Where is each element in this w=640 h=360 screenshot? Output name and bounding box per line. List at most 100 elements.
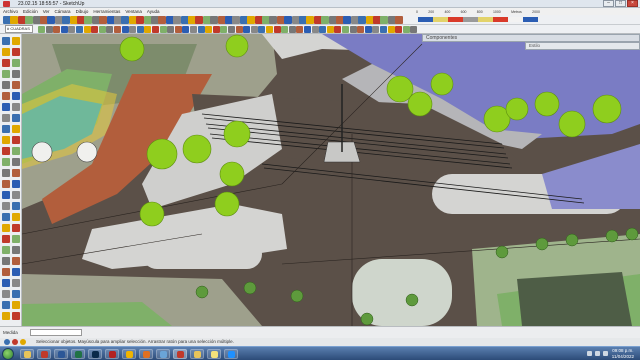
side-tool-icon[interactable]	[12, 92, 20, 100]
credits-icon[interactable]	[12, 339, 18, 345]
toolbar-view-icon[interactable]	[205, 26, 213, 33]
side-tool-icon[interactable]	[2, 48, 10, 56]
side-tool-icon[interactable]	[12, 268, 20, 276]
taskbar-explorer[interactable]	[20, 349, 34, 359]
side-tool-icon[interactable]	[2, 213, 10, 221]
toolbar-view-icon[interactable]	[357, 26, 365, 33]
toolbar-view-icon[interactable]	[106, 26, 114, 33]
side-tool-icon[interactable]	[12, 290, 20, 298]
toolbar-view-icon[interactable]	[182, 26, 190, 33]
close-button[interactable]: ×	[627, 0, 638, 7]
menu-ventana[interactable]: Ventana	[125, 8, 142, 15]
taskbar-excel[interactable]	[71, 349, 85, 359]
side-tool-icon[interactable]	[2, 169, 10, 177]
toolbar-view-icon[interactable]	[136, 26, 144, 33]
side-tool-icon[interactable]	[2, 312, 10, 320]
side-tool-icon[interactable]	[12, 279, 20, 287]
toolbar-tool-icon[interactable]	[62, 16, 71, 24]
toolbar-view-icon[interactable]	[410, 26, 418, 33]
side-tool-icon[interactable]	[2, 147, 10, 155]
side-tool-icon[interactable]	[2, 59, 10, 67]
network-icon[interactable]	[587, 351, 592, 356]
toolbar-view-icon[interactable]	[304, 26, 311, 33]
start-button[interactable]	[2, 348, 14, 360]
side-tool-icon[interactable]	[2, 103, 10, 111]
layer-dropdown[interactable]: # CUADRAS	[5, 25, 33, 33]
components-panel-header[interactable]: Componentes	[422, 34, 640, 42]
toolbar-view-icon[interactable]	[250, 26, 258, 33]
toolbar-view-icon[interactable]	[76, 26, 83, 33]
toolbar-view-icon[interactable]	[152, 26, 159, 33]
taskbar-chrome[interactable]	[122, 349, 136, 359]
side-tool-icon[interactable]	[12, 81, 20, 89]
side-tool-icon[interactable]	[2, 114, 10, 122]
toolbar-view-icon[interactable]	[402, 26, 410, 33]
toolbar-view-icon[interactable]	[45, 26, 53, 33]
geo-icon[interactable]	[4, 339, 10, 345]
toolbar-view-icon[interactable]	[53, 26, 61, 33]
side-tool-icon[interactable]	[12, 235, 20, 243]
taskbar-paint[interactable]	[156, 349, 170, 359]
toolbar-view-icon[interactable]	[38, 26, 45, 33]
toolbar-tool-icon[interactable]	[284, 16, 293, 24]
side-tool-icon[interactable]	[2, 191, 10, 199]
toolbar-view-icon[interactable]	[212, 26, 220, 33]
taskbar-folder[interactable]	[190, 349, 204, 359]
side-tool-icon[interactable]	[12, 301, 20, 309]
toolbar-tool-icon[interactable]	[99, 16, 108, 24]
toolbar-view-icon[interactable]	[273, 26, 281, 33]
side-tool-icon[interactable]	[2, 301, 10, 309]
menu-herramientas[interactable]: Herramientas	[93, 8, 120, 15]
side-tool-icon[interactable]	[12, 312, 20, 320]
side-tool-icon[interactable]	[12, 37, 20, 45]
side-tool-icon[interactable]	[12, 136, 20, 144]
toolbar-view-icon[interactable]	[372, 26, 380, 33]
language-icon[interactable]	[603, 351, 608, 356]
toolbar-view-icon[interactable]	[167, 26, 175, 33]
taskbar-word[interactable]	[54, 349, 68, 359]
side-tool-icon[interactable]	[2, 246, 10, 254]
side-tool-icon[interactable]	[2, 70, 10, 78]
side-tool-icon[interactable]	[2, 224, 10, 232]
menu-camara[interactable]: Cámara	[55, 8, 71, 15]
side-tool-icon[interactable]	[2, 180, 10, 188]
toolbar-view-icon[interactable]	[387, 26, 395, 33]
toolbar-tool-icon[interactable]	[247, 16, 256, 24]
toolbar-tool-icon[interactable]	[210, 16, 219, 24]
taskbar-photoshop[interactable]	[88, 349, 102, 359]
toolbar-view-icon[interactable]	[349, 26, 357, 33]
menu-archivo[interactable]: Archivo	[3, 8, 18, 15]
taskbar-mediaplayer[interactable]	[139, 349, 153, 359]
side-tool-icon[interactable]	[2, 125, 10, 133]
toolbar-view-icon[interactable]	[121, 26, 129, 33]
menu-dibujo[interactable]: Dibujo	[76, 8, 89, 15]
toolbar-view-icon[interactable]	[197, 26, 205, 33]
side-tool-icon[interactable]	[12, 59, 20, 67]
side-tool-icon[interactable]	[12, 158, 20, 166]
toolbar-view-icon[interactable]	[144, 26, 152, 33]
side-tool-icon[interactable]	[12, 257, 20, 265]
toolbar-view-icon[interactable]	[326, 26, 334, 33]
toolbar-view-icon[interactable]	[342, 26, 349, 33]
taskbar-sketchup-active[interactable]	[173, 349, 187, 359]
toolbar-view-icon[interactable]	[334, 26, 342, 33]
toolbar-view-icon[interactable]	[114, 26, 121, 33]
menu-ayuda[interactable]: Ayuda	[147, 8, 160, 15]
side-tool-icon[interactable]	[2, 202, 10, 210]
menu-ver[interactable]: Ver	[43, 8, 50, 15]
side-tool-icon[interactable]	[12, 125, 20, 133]
toolbar-tool-icon[interactable]	[25, 16, 34, 24]
toolbar-view-icon[interactable]	[296, 26, 304, 33]
style-panel-header[interactable]: Estilo	[525, 42, 640, 50]
toolbar-view-icon[interactable]	[91, 26, 99, 33]
toolbar-view-icon[interactable]	[190, 26, 197, 33]
side-tool-icon[interactable]	[12, 70, 20, 78]
side-tool-icon[interactable]	[12, 246, 20, 254]
toolbar-view-icon[interactable]	[319, 26, 327, 33]
toolbar-view-icon[interactable]	[243, 26, 251, 33]
side-tool-icon[interactable]	[12, 169, 20, 177]
side-tool-icon[interactable]	[12, 224, 20, 232]
measurements-input[interactable]	[30, 329, 82, 336]
toolbar-tool-icon[interactable]	[136, 16, 145, 24]
toolbar-view-icon[interactable]	[159, 26, 167, 33]
